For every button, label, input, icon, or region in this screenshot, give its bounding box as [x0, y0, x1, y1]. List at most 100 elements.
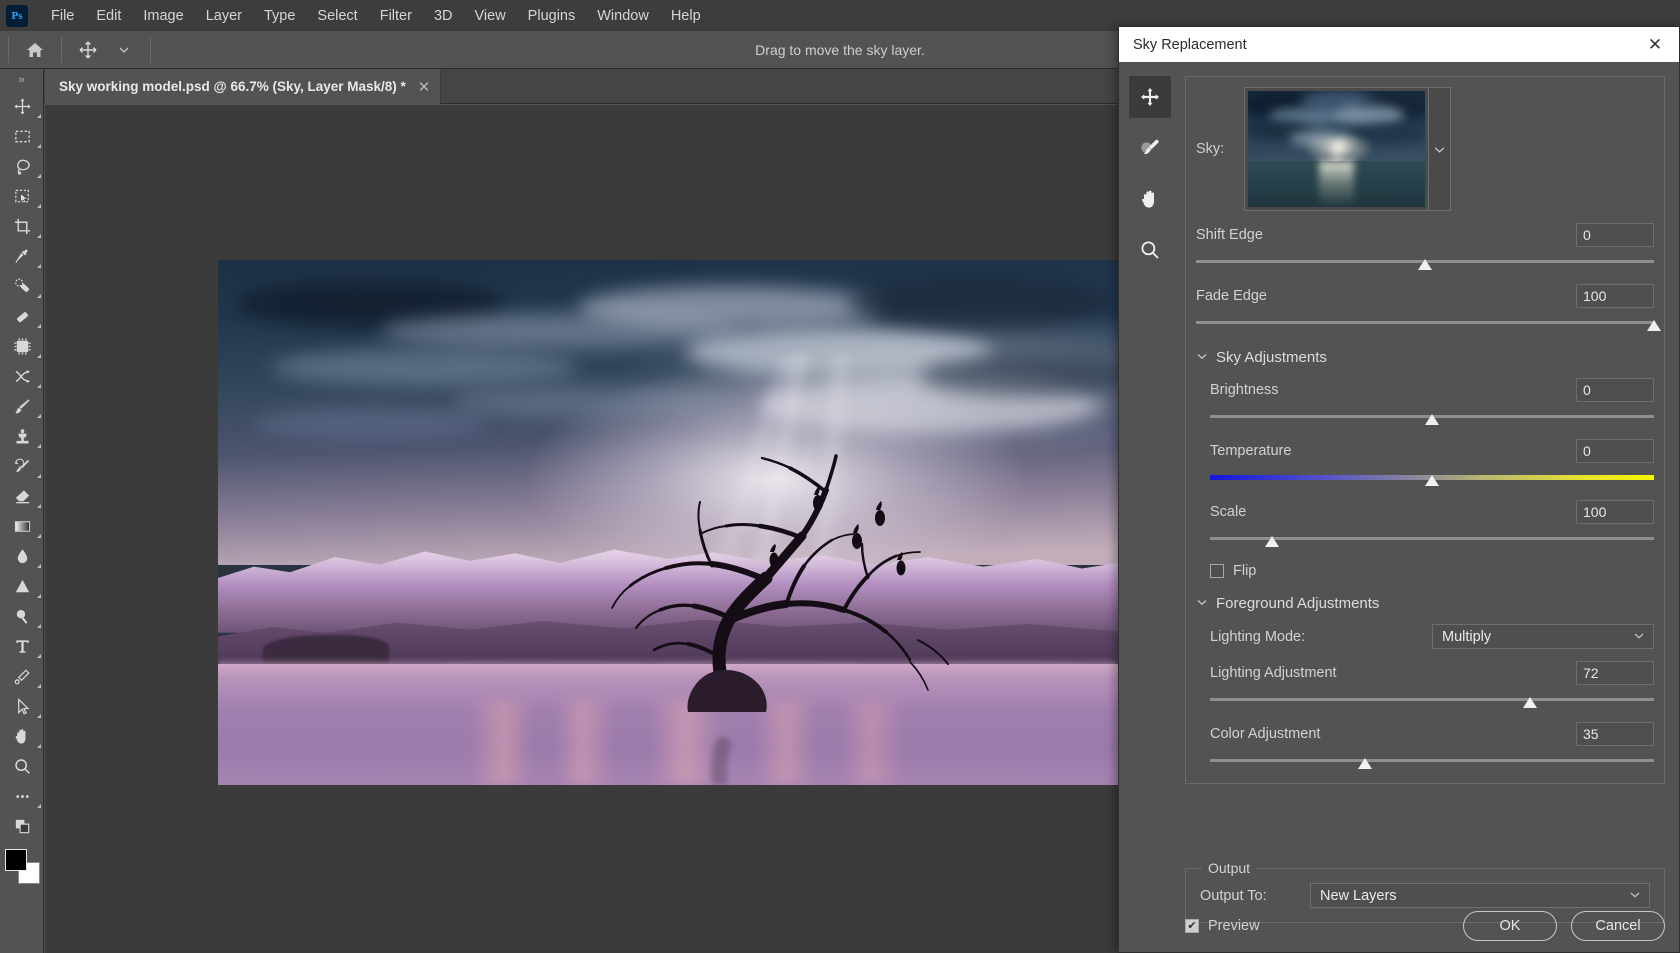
tool-rectangular-marquee[interactable] [0, 121, 44, 151]
temperature-slider[interactable] [1210, 472, 1654, 488]
foreground-adjustments-header[interactable]: Foreground Adjustments [1196, 595, 1654, 612]
shift-edge-input[interactable]: 0 [1576, 223, 1654, 247]
dialog-footer: Preview OK Cancel [1185, 911, 1665, 941]
tool-gradient[interactable] [0, 511, 44, 541]
tool-history-brush[interactable] [0, 451, 44, 481]
scale-input[interactable]: 100 [1576, 500, 1654, 524]
quick-mask-mode-icon[interactable] [0, 811, 44, 841]
slider-thumb[interactable] [1647, 320, 1661, 331]
tool-eyedropper[interactable] [0, 241, 44, 271]
dialog-tool-hand[interactable] [1129, 178, 1171, 220]
tool-group-indicator [37, 294, 41, 298]
tool-brush[interactable] [0, 391, 44, 421]
lighting-adjustment-input[interactable]: 72 [1576, 661, 1654, 685]
tool-more-tools[interactable] [0, 781, 44, 811]
fade-edge-slider[interactable] [1196, 317, 1654, 333]
slider-thumb[interactable] [1418, 259, 1432, 270]
shift-edge-slider[interactable] [1196, 256, 1654, 272]
tool-object-selection[interactable] [0, 181, 44, 211]
tool-crop[interactable] [0, 211, 44, 241]
lighting-mode-select[interactable]: Multiply [1432, 624, 1654, 649]
sky-adjustments-header[interactable]: Sky Adjustments [1196, 349, 1654, 366]
tool-dodge[interactable] [0, 571, 44, 601]
output-to-value: New Layers [1320, 888, 1397, 904]
dialog-tool-zoom[interactable] [1129, 229, 1171, 271]
document-image[interactable] [218, 260, 1118, 785]
slider-thumb[interactable] [1523, 697, 1537, 708]
menu-3d[interactable]: 3D [423, 4, 464, 28]
menu-file[interactable]: File [40, 4, 85, 28]
cancel-button[interactable]: Cancel [1571, 911, 1665, 941]
lighting-adjustment-slider[interactable] [1210, 694, 1654, 710]
tool-spot-healing-brush[interactable] [0, 271, 44, 301]
menu-layer[interactable]: Layer [195, 4, 253, 28]
tool-frame[interactable] [0, 331, 44, 361]
dialog-tool-sky-brush[interactable] [1129, 127, 1171, 169]
tool-type[interactable] [0, 631, 44, 661]
move-tool-icon[interactable] [70, 33, 106, 67]
sky-preset-thumbnail[interactable] [1244, 87, 1429, 211]
color-adjustment-input[interactable]: 35 [1576, 722, 1654, 746]
fade-edge-input[interactable]: 100 [1576, 284, 1654, 308]
foreground-color-swatch[interactable] [5, 849, 27, 871]
tool-hand[interactable] [0, 721, 44, 751]
tool-blur[interactable] [0, 541, 44, 571]
tool-group-indicator [37, 384, 41, 388]
menu-plugins[interactable]: Plugins [517, 4, 587, 28]
menu-help[interactable]: Help [660, 4, 712, 28]
tool-eraser[interactable] [0, 481, 44, 511]
scale-row: Scale 100 [1210, 500, 1654, 524]
temperature-input[interactable]: 0 [1576, 439, 1654, 463]
tool-preset-chevron-down-icon[interactable] [106, 33, 142, 67]
color-adjustment-slider[interactable] [1210, 755, 1654, 771]
scale-slider[interactable] [1210, 533, 1654, 549]
chevron-down-icon[interactable] [1629, 888, 1641, 903]
output-to-select[interactable]: New Layers [1310, 883, 1650, 908]
tool-dodge-burn[interactable] [0, 601, 44, 631]
menu-image[interactable]: Image [132, 4, 194, 28]
chevron-down-icon[interactable] [1196, 350, 1208, 365]
chevron-down-icon[interactable] [1196, 596, 1208, 611]
slider-thumb[interactable] [1265, 536, 1279, 547]
menu-type[interactable]: Type [253, 4, 306, 28]
canvas-area[interactable] [45, 105, 1118, 953]
tool-group-indicator [37, 144, 41, 148]
menu-edit[interactable]: Edit [85, 4, 132, 28]
chevron-down-icon[interactable] [1633, 629, 1645, 644]
tool-move[interactable] [0, 91, 44, 121]
scale-label: Scale [1210, 504, 1246, 520]
divider [8, 37, 9, 63]
preview-checkbox[interactable] [1185, 919, 1199, 933]
brightness-input[interactable]: 0 [1576, 378, 1654, 402]
tool-pen[interactable] [0, 661, 44, 691]
dialog-title-bar[interactable]: Sky Replacement ✕ [1119, 27, 1679, 62]
tool-transform[interactable] [0, 361, 44, 391]
menu-filter[interactable]: Filter [369, 4, 423, 28]
tree-reflection [218, 260, 1118, 785]
tool-zoom[interactable] [0, 751, 44, 781]
tool-healing-brush[interactable] [0, 301, 44, 331]
slider-thumb[interactable] [1358, 758, 1372, 769]
slider-thumb[interactable] [1425, 475, 1439, 486]
brightness-slider[interactable] [1210, 411, 1654, 427]
sky-adjustments-title: Sky Adjustments [1216, 349, 1327, 366]
ok-button[interactable]: OK [1463, 911, 1557, 941]
tool-clone-stamp[interactable] [0, 421, 44, 451]
close-icon[interactable]: ✕ [1645, 35, 1665, 55]
menu-window[interactable]: Window [586, 4, 660, 28]
tool-lasso[interactable] [0, 151, 44, 181]
close-icon[interactable]: ✕ [418, 78, 431, 96]
document-tab[interactable]: Sky working model.psd @ 66.7% (Sky, Laye… [45, 69, 441, 104]
flip-checkbox[interactable] [1210, 564, 1224, 578]
temperature-label: Temperature [1210, 443, 1291, 459]
menu-view[interactable]: View [464, 4, 517, 28]
fade-edge-label: Fade Edge [1196, 288, 1267, 304]
tool-path-selection[interactable] [0, 691, 44, 721]
menu-select[interactable]: Select [306, 4, 368, 28]
home-icon[interactable] [17, 33, 53, 67]
flip-row[interactable]: Flip [1196, 563, 1654, 579]
slider-thumb[interactable] [1425, 414, 1439, 425]
collapse-panel-icon[interactable]: » [0, 69, 43, 91]
dialog-tool-move-sky[interactable] [1129, 76, 1171, 118]
sky-preset-chevron-down-icon[interactable] [1429, 87, 1451, 211]
